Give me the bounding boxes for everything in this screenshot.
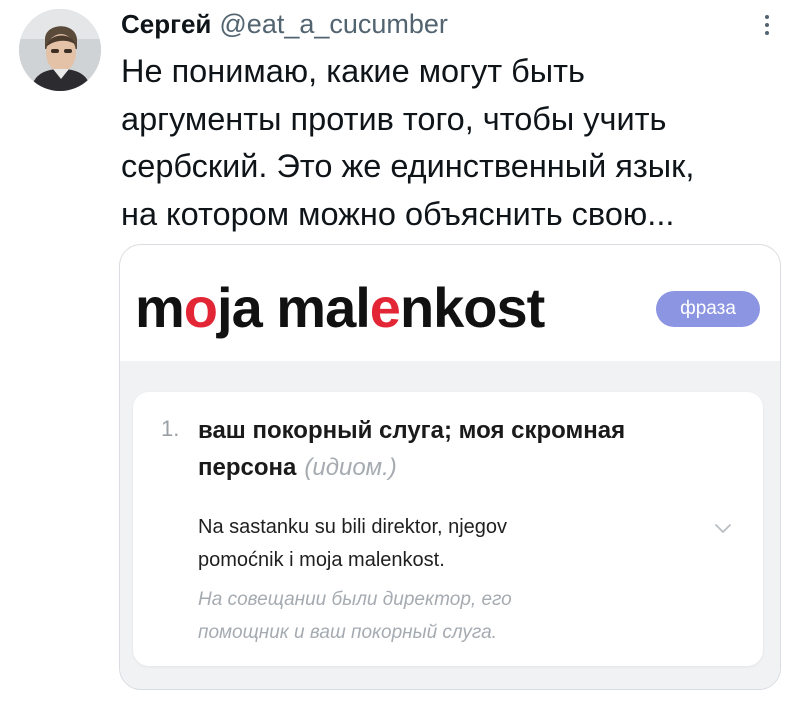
headword: moja malenkost: [135, 273, 545, 343]
example-translation: На совещании были директор, его помощник…: [198, 583, 512, 649]
part-of-speech-badge: фраза: [656, 291, 760, 327]
tweet-text: Не понимаю, какие могут быть аргументы п…: [121, 48, 781, 238]
chevron-down-icon[interactable]: [715, 524, 731, 534]
dictionary-header: moja malenkost фраза: [120, 245, 780, 361]
usage-label: (идиом.): [304, 454, 397, 481]
translation-line: На совещании были директор, его: [198, 589, 512, 610]
tweet-text-line: аргументы против того, чтобы учить: [121, 100, 667, 137]
avatar[interactable]: [19, 9, 101, 91]
example-sentence: Na sastanku su bili direktor, njegov pom…: [198, 511, 507, 577]
more-options-icon[interactable]: [754, 12, 780, 38]
example-line: Na sastanku su bili direktor, njegov: [198, 516, 508, 538]
headword-part: m: [135, 276, 185, 339]
headword-part: nkost: [399, 276, 545, 339]
entry-number: 1.: [161, 416, 180, 441]
attached-image[interactable]: moja malenkost фраза 1. ваш покорный слу…: [119, 244, 781, 690]
tweet-text-line: сербский. Это же единственный язык,: [121, 148, 695, 184]
tweet-header: Сергей @eat_a_cucumber: [121, 4, 448, 44]
translation-line: помощник и ваш покорный слуга.: [198, 622, 497, 643]
tweet-text-line: Не понимаю, какие могут быть: [121, 53, 585, 89]
definition: ваш покорный слуга; моя скромная персона…: [198, 412, 758, 486]
stress-letter: o: [183, 276, 218, 339]
dictionary-body: 1. ваш покорный слуга; моя скромная перс…: [120, 361, 780, 689]
example-line: pomoćnik i moja malenkost.: [198, 549, 445, 571]
definition-card: 1. ваш покорный слуга; моя скромная перс…: [133, 392, 763, 666]
definition-line: ваш покорный слуга; моя скромная: [198, 417, 626, 444]
tweet-text-line: на котором можно объяснить свою...: [121, 195, 675, 232]
definition-line: персона: [198, 454, 297, 481]
author-handle[interactable]: @eat_a_cucumber: [219, 9, 448, 40]
definition-line-2: персона (идиом.): [198, 449, 758, 486]
author-name[interactable]: Сергей: [121, 9, 211, 40]
stress-letter: e: [369, 276, 401, 339]
avatar-photo: [19, 9, 101, 91]
headword-part: ja mal: [217, 276, 371, 339]
